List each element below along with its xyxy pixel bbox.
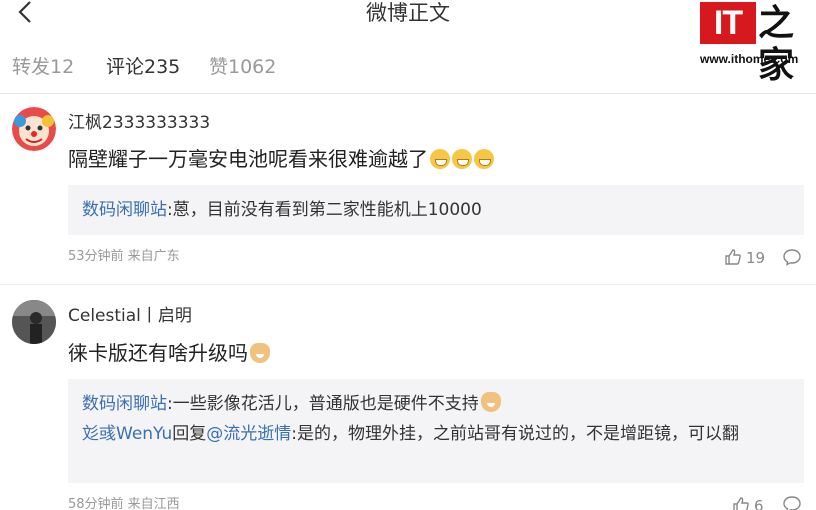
- tab-bar: 转发12 评论235 赞1062: [0, 42, 816, 94]
- comment-username[interactable]: 江枫2333333333: [68, 112, 210, 134]
- reply-text: :是的，物理外挂，之前站哥有说过的，不是增距镜，可以翻: [291, 424, 739, 444]
- like-count: 6: [754, 497, 764, 510]
- comment-bubble-icon: [783, 249, 801, 266]
- reply-author-link[interactable]: 数码闲聊站: [82, 394, 167, 414]
- tab-reposts[interactable]: 转发12: [12, 54, 74, 80]
- top-bar: 微博正文: [0, 0, 816, 40]
- reply-item: 数码闲聊站:蒽，目前没有看到第二家性能机上10000: [82, 195, 790, 225]
- logo-chinese-mark: 之家: [758, 2, 795, 86]
- reply-comment-button[interactable]: [782, 494, 802, 510]
- logo-it-mark: IT: [700, 2, 756, 44]
- tab-likes[interactable]: 赞1062: [209, 54, 276, 80]
- page-title: 微博正文: [366, 1, 450, 25]
- comment-meta: 53分钟前 来自广东: [68, 249, 180, 264]
- reply-item: 数码闲聊站:一些影像花活儿，普通版也是硬件不支持: [82, 389, 790, 419]
- thumbs-up-icon: [733, 497, 749, 510]
- like-count: 19: [746, 249, 766, 267]
- avatar[interactable]: [12, 300, 56, 344]
- like-button[interactable]: 6: [732, 496, 764, 510]
- comment-text: 隔壁耀子一万毫安电池呢看来很难逾越了: [68, 145, 494, 173]
- like-button[interactable]: 19: [724, 248, 765, 267]
- comment-item: 江枫2333333333 隔壁耀子一万毫安电池呢看来很难逾越了 数码闲聊站:蒽，…: [0, 95, 816, 285]
- thumbs-up-icon: [725, 249, 741, 265]
- tab-comments[interactable]: 评论235: [106, 54, 180, 80]
- comment-item: Celestial丨启明 徕卡版还有啥升级吗 数码闲聊站:一些影像花活儿，普通版…: [0, 286, 816, 510]
- reply-text: :蒽，目前没有看到第二家性能机上10000: [167, 200, 482, 220]
- comment-bubble-icon: [783, 496, 801, 510]
- comment-username[interactable]: Celestial丨启明: [68, 305, 192, 327]
- grin-emoji-icon: [452, 149, 472, 169]
- avatar[interactable]: [12, 107, 56, 151]
- reply-comment-button[interactable]: [782, 247, 802, 271]
- grin-emoji-icon: [474, 149, 494, 169]
- reply-author-link[interactable]: 彣彧WenYu: [82, 424, 172, 444]
- reply-item: 彣彧WenYu回复@流光逝情:是的，物理外挂，之前站哥有说过的，不是增距镜，可以…: [82, 419, 790, 449]
- reply-box: 数码闲聊站:一些影像花活儿，普通版也是硬件不支持 彣彧WenYu回复@流光逝情:…: [68, 379, 804, 483]
- reply-mid-text: 回复: [172, 424, 207, 444]
- reply-author-link[interactable]: 数码闲聊站: [82, 200, 167, 220]
- comment-text: 徕卡版还有啥升级吗: [68, 339, 270, 367]
- reply-text: :一些影像花活儿，普通版也是硬件不支持: [167, 394, 479, 414]
- reply-box: 数码闲聊站:蒽，目前没有看到第二家性能机上10000: [68, 185, 804, 235]
- grin-emoji-icon: [430, 149, 450, 169]
- comment-text-body: 隔壁耀子一万毫安电池呢看来很难逾越了: [68, 147, 428, 171]
- mention-link[interactable]: @流光逝情: [206, 424, 291, 444]
- comment-text-body: 徕卡版还有啥升级吗: [68, 341, 248, 365]
- photo-avatar-icon: [12, 300, 56, 344]
- comment-meta: 58分钟前 来自江西: [68, 497, 180, 510]
- doge-emoji-icon: [250, 343, 270, 363]
- doge-emoji-icon: [480, 392, 501, 412]
- clown-avatar-icon: [12, 107, 56, 151]
